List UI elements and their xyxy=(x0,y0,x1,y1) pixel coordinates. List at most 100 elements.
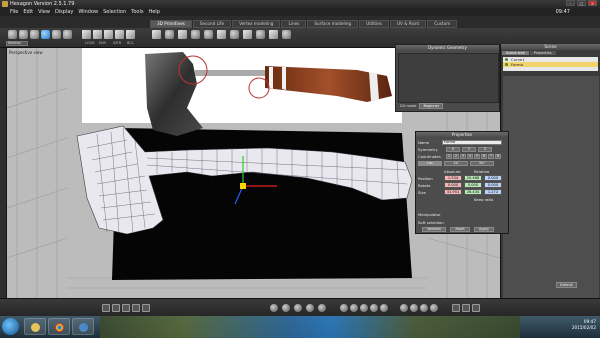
tab-vertex-modeling[interactable]: Vertex modeling xyxy=(232,20,281,28)
coord-slot-2[interactable]: 2 xyxy=(453,154,459,159)
menu-edit[interactable]: Edit xyxy=(23,9,33,15)
abort-button[interactable]: Abort xyxy=(450,227,470,232)
coord-slot-1[interactable]: 1 xyxy=(446,154,452,159)
layout-single-icon[interactable] xyxy=(102,304,110,312)
cube-wire-icon[interactable] xyxy=(104,30,113,39)
shading-3-icon[interactable] xyxy=(360,304,368,312)
primitive-disk-icon[interactable] xyxy=(230,30,239,39)
tab-second-life[interactable]: Second Life xyxy=(192,20,232,28)
keep-ratio-checkbox[interactable]: Keep ratio xyxy=(474,197,493,202)
shading-1-icon[interactable] xyxy=(340,304,348,312)
primitive-cone-icon[interactable] xyxy=(191,30,200,39)
zoom-view-icon[interactable] xyxy=(318,304,326,312)
tab-surface-modeling[interactable]: Surface modeling xyxy=(307,20,359,28)
position-y-field[interactable]: 20.468 xyxy=(464,175,482,181)
select-object-icon[interactable] xyxy=(41,30,50,39)
rotate-x-field[interactable]: 0.000 xyxy=(444,182,462,188)
tab-custom[interactable]: Custom xyxy=(427,20,458,28)
position-z-field[interactable]: 0.000 xyxy=(484,175,502,181)
coord-slot-8[interactable]: 8 xyxy=(495,154,501,159)
menu-selection[interactable]: Selection xyxy=(103,9,126,15)
shading-5-icon[interactable] xyxy=(380,304,388,312)
rotate-y-field[interactable]: 0.000 xyxy=(464,182,482,188)
start-button-icon[interactable] xyxy=(2,318,19,335)
name-field[interactable]: Forma xyxy=(442,140,502,145)
primitive-cube-icon[interactable] xyxy=(152,30,161,39)
dg-mode-dropdown[interactable]: Beginner xyxy=(419,103,444,109)
minimize-button[interactable]: – xyxy=(566,0,575,6)
primitive-text-icon[interactable] xyxy=(282,30,291,39)
snap-icon[interactable] xyxy=(270,304,278,312)
cube-texture-icon[interactable] xyxy=(115,30,124,39)
tab-utilities[interactable]: Utilities xyxy=(359,20,389,28)
primitive-cylinder-icon[interactable] xyxy=(178,30,187,39)
menu-view[interactable]: View xyxy=(38,9,50,15)
select-face-icon[interactable] xyxy=(52,30,61,39)
layout-quad-icon[interactable] xyxy=(122,304,130,312)
cube-light-icon[interactable] xyxy=(126,30,135,39)
rotate-z-field[interactable]: 0.000 xyxy=(484,182,502,188)
layout-split-icon[interactable] xyxy=(112,304,120,312)
absolute-radio[interactable]: Absolute xyxy=(444,169,461,174)
coord-slot-3[interactable]: 3 xyxy=(460,154,466,159)
relative-radio[interactable]: Relative xyxy=(474,169,489,174)
mode-scr-button[interactable]: Scr xyxy=(470,161,494,166)
soft-selection-toggle[interactable]: Soft selection xyxy=(418,220,444,225)
select-edge-icon[interactable] xyxy=(63,30,72,39)
primitive-sphere-icon[interactable] xyxy=(165,30,174,39)
tab-3d-primitives[interactable]: 3D Primitives xyxy=(150,20,192,28)
visibility-icon[interactable] xyxy=(505,58,508,61)
maximize-button[interactable]: □ xyxy=(577,0,586,6)
symmetry-y-button[interactable]: Y xyxy=(462,147,476,152)
render-2-icon[interactable] xyxy=(410,304,418,312)
taskbar-chrome-icon[interactable] xyxy=(48,318,70,335)
selection-mode-dropdown[interactable]: Normal xyxy=(6,41,28,46)
layer-2-icon[interactable] xyxy=(462,304,470,312)
move-view-icon[interactable] xyxy=(294,304,302,312)
render-4-icon[interactable] xyxy=(430,304,438,312)
validate-button[interactable]: Validate xyxy=(422,227,446,232)
tab-scene-tree[interactable]: Scene tree xyxy=(502,51,529,55)
scene-default-button[interactable]: Default xyxy=(556,282,577,288)
layout-top-icon[interactable] xyxy=(142,304,150,312)
symmetry-x-button[interactable]: X xyxy=(446,147,460,152)
primitive-grid-icon[interactable] xyxy=(269,30,278,39)
mode-lcl-button[interactable]: Lcl xyxy=(444,161,468,166)
coord-slot-4[interactable]: 4 xyxy=(467,154,473,159)
taskbar-explorer-icon[interactable] xyxy=(24,318,46,335)
taskbar-hexagon-icon[interactable] xyxy=(72,318,94,335)
symmetry-z-button[interactable]: Z xyxy=(478,147,492,152)
menu-tools[interactable]: Tools xyxy=(131,9,143,15)
coord-slot-6[interactable]: 6 xyxy=(481,154,487,159)
scene-item-forma[interactable]: Forma xyxy=(503,62,598,67)
visibility-icon[interactable] xyxy=(505,63,508,66)
close-button[interactable]: × xyxy=(588,0,597,6)
primitive-torus-icon[interactable] xyxy=(204,30,213,39)
rotate-view-icon[interactable] xyxy=(306,304,314,312)
primitive-box-icon[interactable] xyxy=(243,30,252,39)
shading-2-icon[interactable] xyxy=(350,304,358,312)
size-x-field[interactable]: 31.951 xyxy=(444,189,462,195)
select-lasso-icon[interactable] xyxy=(30,30,39,39)
shading-4-icon[interactable] xyxy=(370,304,378,312)
coord-slot-5[interactable]: 5 xyxy=(474,154,480,159)
tools-icon[interactable] xyxy=(282,304,290,312)
primitive-plane-icon[interactable] xyxy=(217,30,226,39)
cube-view-icon[interactable] xyxy=(82,30,91,39)
coord-slot-7[interactable]: 7 xyxy=(488,154,494,159)
menu-help[interactable]: Help xyxy=(148,9,159,15)
system-tray[interactable]: 09:47 2015/02/02 xyxy=(572,319,596,331)
tab-lines[interactable]: Lines xyxy=(281,20,307,28)
menu-display[interactable]: Display xyxy=(55,9,73,15)
size-y-field[interactable]: 26.434 xyxy=(464,189,482,195)
cube-shaded-icon[interactable] xyxy=(93,30,102,39)
menu-window[interactable]: Window xyxy=(78,9,98,15)
layer-3-icon[interactable] xyxy=(472,304,480,312)
apply-button[interactable]: Apply xyxy=(474,227,494,232)
layer-1-icon[interactable] xyxy=(452,304,460,312)
brush-tool-icon[interactable] xyxy=(8,30,17,39)
menu-file[interactable]: File xyxy=(10,9,18,15)
position-x-field[interactable]: 1.534 xyxy=(444,175,462,181)
render-1-icon[interactable] xyxy=(400,304,408,312)
layout-side-icon[interactable] xyxy=(132,304,140,312)
